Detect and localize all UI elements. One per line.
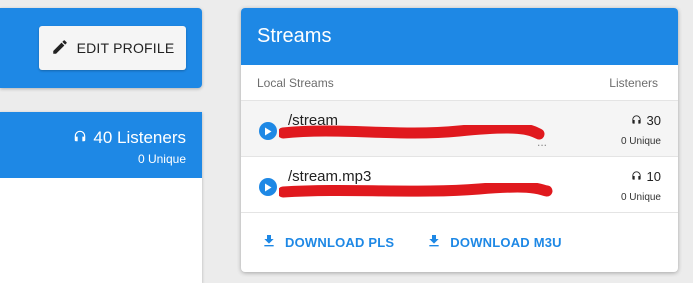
download-links: DOWNLOAD PLS DOWNLOAD M3U [261, 233, 562, 252]
edit-profile-label: EDIT PROFILE [76, 40, 175, 56]
streams-card: Streams Local Streams Listeners /stream … [241, 8, 678, 272]
pencil-icon [51, 38, 69, 59]
stream-row[interactable]: /stream ... 30 0 Unique [241, 101, 678, 157]
total-unique: 0 Unique [137, 152, 186, 166]
download-pls-label: DOWNLOAD PLS [285, 235, 395, 250]
listeners-summary: 40 Listeners 0 Unique [0, 112, 202, 178]
stream-listeners: 10 [631, 169, 661, 184]
stream-row[interactable]: /stream.mp3 10 0 Unique [241, 157, 678, 213]
listeners-card: 40 Listeners 0 Unique [0, 112, 202, 283]
play-icon[interactable] [259, 178, 277, 196]
download-icon [426, 233, 442, 252]
total-listeners: 40 Listeners [93, 128, 186, 147]
stream-listener-count: 30 [646, 113, 661, 128]
stream-unique: 0 Unique [620, 192, 661, 203]
streams-column-headers: Local Streams Listeners [241, 65, 678, 101]
headphones-icon [631, 169, 642, 184]
download-m3u-label: DOWNLOAD M3U [450, 235, 562, 250]
streams-title: Streams [241, 8, 678, 65]
download-m3u-link[interactable]: DOWNLOAD M3U [426, 233, 562, 252]
play-icon[interactable] [259, 122, 277, 140]
headphones-icon [73, 128, 87, 148]
stream-listener-count: 10 [646, 169, 661, 184]
profile-card: EDIT PROFILE [0, 8, 202, 88]
col-listeners: Listeners [609, 75, 658, 90]
stream-listeners: 30 [631, 113, 661, 128]
stream-description-ellipsis: ... [537, 135, 548, 149]
download-icon [261, 233, 277, 252]
download-pls-link[interactable]: DOWNLOAD PLS [261, 233, 394, 252]
redaction-mark [279, 183, 553, 198]
col-local-streams: Local Streams [257, 75, 334, 90]
edit-profile-button[interactable]: EDIT PROFILE [39, 26, 186, 70]
redaction-mark [279, 125, 545, 140]
stream-unique: 0 Unique [620, 136, 661, 147]
headphones-icon [631, 113, 642, 128]
